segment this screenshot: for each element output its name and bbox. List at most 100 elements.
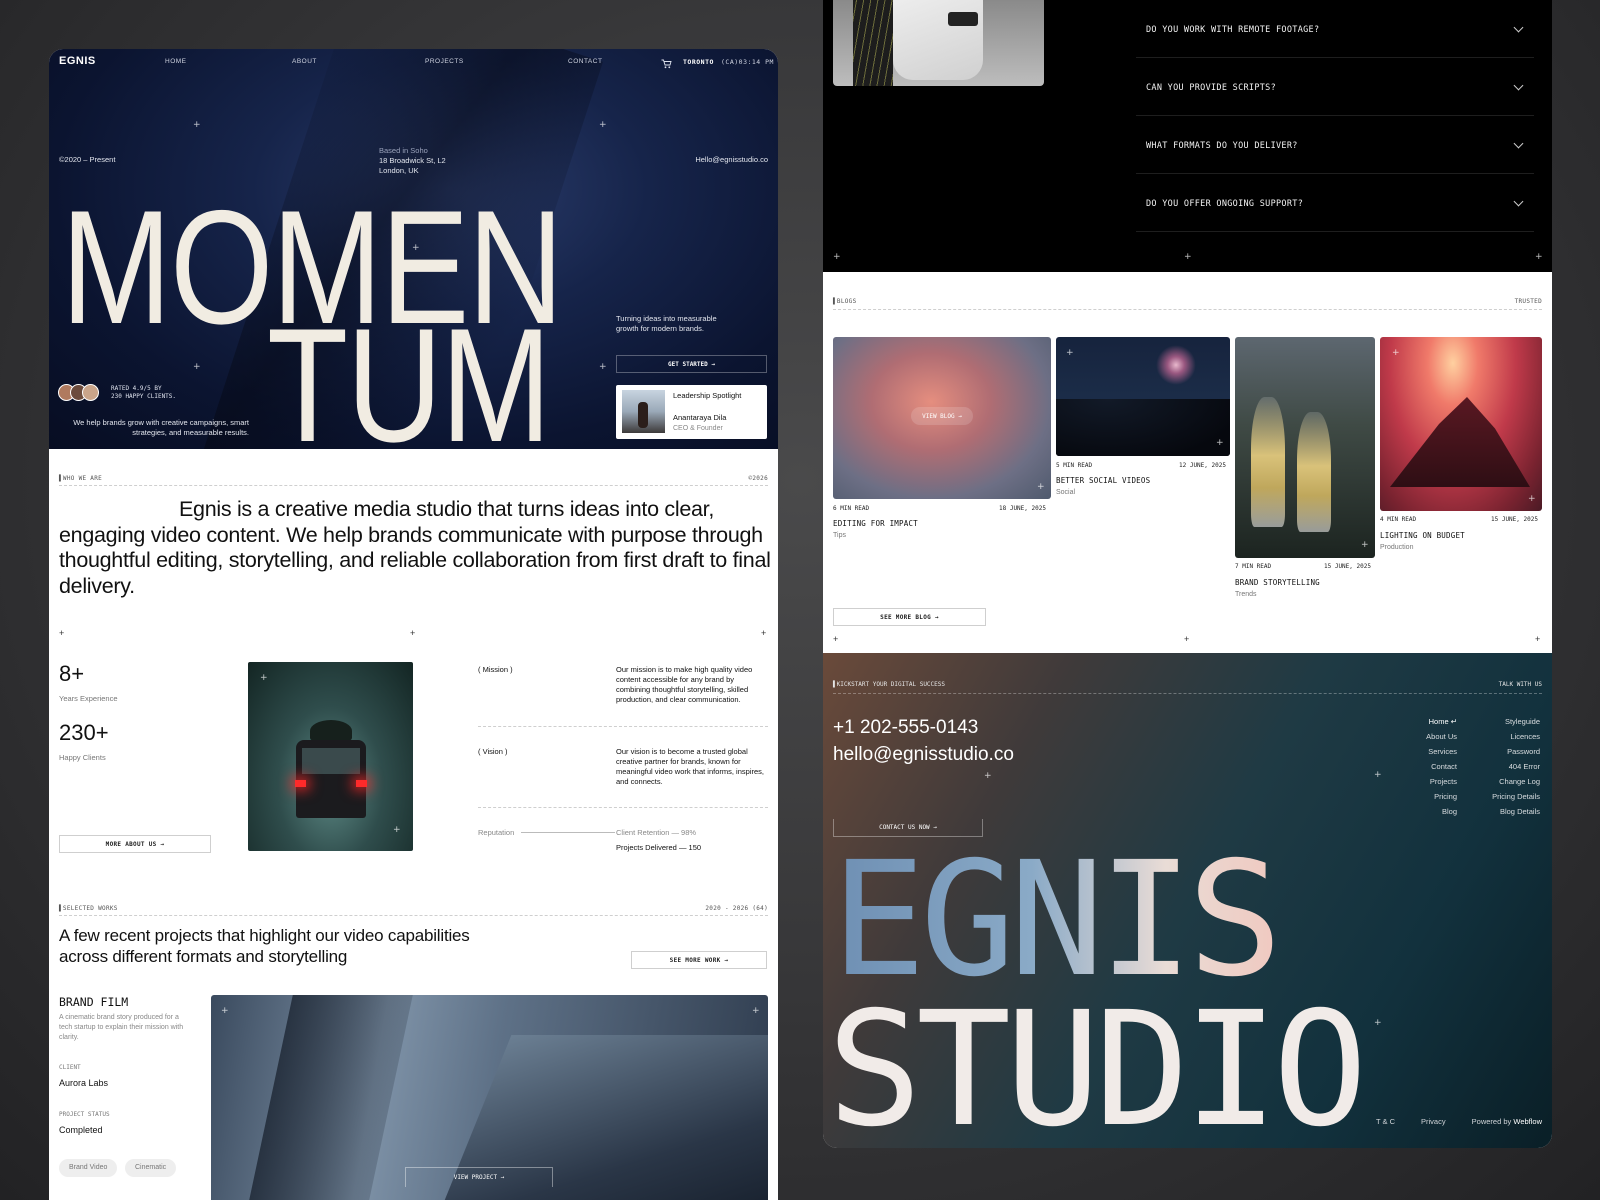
footer-link-password[interactable]: Password (1507, 747, 1540, 756)
blog-image-editing[interactable]: VIEW BLOG → + (833, 337, 1051, 499)
about-year: ©2026 (748, 475, 768, 482)
faq-question[interactable]: CAN YOU PROVIDE SCRIPTS? (1146, 83, 1276, 93)
footer-link-styleguide[interactable]: Styleguide (1505, 717, 1540, 726)
hero-title-line2: TUM (267, 295, 551, 450)
footer-privacy[interactable]: Privacy (1421, 1117, 1446, 1126)
works-heading: A few recent projects that highlight our… (59, 926, 470, 966)
tag-brand-video[interactable]: Brand Video (59, 1159, 118, 1177)
footer-email[interactable]: hello@egnisstudio.co (833, 744, 1014, 766)
footer-link-changelog[interactable]: Change Log (1499, 777, 1540, 786)
chevron-down-icon[interactable] (1513, 138, 1524, 149)
footer-link-services[interactable]: Services (1428, 747, 1457, 756)
stat-years-value: 8+ (59, 661, 85, 686)
faq-question[interactable]: DO YOU WORK WITH REMOTE FOOTAGE? (1146, 25, 1319, 35)
tag-cinematic[interactable]: Cinematic (125, 1159, 177, 1177)
footer-tc[interactable]: T & C (1376, 1117, 1395, 1126)
footer-link-contact[interactable]: Contact (1431, 762, 1457, 771)
footer-link-home[interactable]: Home ↵ (1429, 717, 1457, 726)
works-range: 2020 - 2026 (64) (705, 905, 768, 912)
footer-powered-by: Powered by Webflow (1471, 1117, 1542, 1126)
chevron-down-icon[interactable] (1513, 196, 1524, 207)
talk-with-us[interactable]: TALK WITH US (1499, 681, 1542, 688)
footer-wordmark-line1: EGNIS (831, 828, 1283, 1012)
rating-text: RATED 4.9/5 BY 230 HAPPY CLIENTS. (111, 385, 177, 400)
view-blog-button[interactable]: VIEW BLOG → (911, 407, 973, 425)
retention-text: Client Retention — 98% (616, 828, 697, 837)
cart-icon[interactable] (661, 56, 672, 74)
stat-clients-value: 230+ (59, 720, 109, 745)
webflow-link[interactable]: Webflow (1513, 1117, 1542, 1126)
about-statement: Egnis is a creative media studio that tu… (59, 497, 771, 598)
blog-image-lighting[interactable]: + + (1380, 337, 1542, 511)
blog-read-time: 7 MIN READ (1235, 563, 1272, 570)
section-label-works: ▌SELECTED WORKS (59, 905, 118, 912)
faq-section: DO YOU WORK WITH REMOTE FOOTAGE? CAN YOU… (823, 0, 1552, 272)
blog-title[interactable]: LIGHTING ON BUDGET (1380, 531, 1465, 540)
status-label: PROJECT STATUS (59, 1111, 110, 1118)
project-title: BRAND FILM (59, 995, 129, 1009)
spotlight-name: Anantaraya Dila (673, 413, 727, 422)
blog-read-time: 5 MIN READ (1056, 462, 1093, 469)
blog-image-social[interactable]: + + (1056, 337, 1230, 456)
reputation-bar (521, 832, 615, 833)
nav-contact[interactable]: CONTACT (568, 58, 602, 65)
see-more-work-button[interactable]: SEE MORE WORK → (631, 951, 767, 969)
blog-category: Trends (1235, 591, 1257, 598)
robot-image (833, 0, 1044, 86)
spotlight-card[interactable]: Leadership Spotlight Anantaraya Dila CEO… (616, 385, 767, 439)
mission-text: Our mission is to make high quality vide… (616, 665, 753, 704)
status-value: Completed (59, 1125, 103, 1135)
footer-phone[interactable]: +1 202-555-0143 (833, 717, 978, 739)
vision-label: ( Vision ) (478, 747, 508, 756)
nav-logo[interactable]: EGNIS (59, 55, 96, 67)
blog-date: 18 JUNE, 2025 (999, 505, 1046, 512)
nav-home[interactable]: HOME (165, 58, 187, 65)
stat-years-label: Years Experience (59, 694, 118, 703)
project-image[interactable]: + + VIEW PROJECT → (211, 995, 768, 1200)
client-avatars (58, 384, 104, 402)
nav-city: TORONTO (683, 58, 714, 66)
footer-link-blog[interactable]: Blog (1442, 807, 1457, 816)
delivered-text: Projects Delivered — 150 (616, 843, 702, 852)
chevron-down-icon[interactable] (1513, 22, 1524, 33)
footer-link-about[interactable]: About Us (1426, 732, 1457, 741)
more-about-button[interactable]: MORE ABOUT US → (59, 835, 211, 853)
footer-wordmark-line2: STUDIO (827, 978, 1368, 1148)
blog-date: 15 JUNE, 2025 (1324, 563, 1371, 570)
reputation-label: Reputation (478, 828, 515, 837)
footer-link-blog-details[interactable]: Blog Details (1500, 807, 1540, 816)
nav-about[interactable]: ABOUT (292, 58, 317, 65)
footer-link-projects[interactable]: Projects (1430, 777, 1457, 786)
section-label-blogs: ▌BLOGS (833, 298, 857, 305)
footer-link-404[interactable]: 404 Error (1509, 762, 1540, 771)
blog-title[interactable]: BRAND STORYTELLING (1235, 578, 1320, 587)
section-label-who: ▌WHO WE ARE (59, 475, 103, 482)
footer-link-licences[interactable]: Licences (1510, 732, 1540, 741)
blog-date: 12 JUNE, 2025 (1179, 462, 1226, 469)
footer-section: ▌KICKSTART YOUR DIGITAL SUCCESS TALK WIT… (823, 653, 1552, 1148)
mission-label: ( Mission ) (478, 665, 513, 674)
blog-title[interactable]: EDITING FOR IMPACT (833, 519, 918, 528)
blog-image-storytelling[interactable]: + (1235, 337, 1375, 558)
stat-clients-label: Happy Clients (59, 753, 106, 762)
client-label: CLIENT (59, 1064, 81, 1071)
spotlight-label: Leadership Spotlight (673, 391, 742, 400)
blog-date: 15 JUNE, 2025 (1491, 516, 1538, 523)
spotlight-role: CEO & Founder (673, 425, 723, 432)
faq-question[interactable]: DO YOU OFFER ONGOING SUPPORT? (1146, 199, 1303, 209)
see-more-blog-button[interactable]: SEE MORE BLOG → (833, 608, 986, 626)
footer-link-pricing-details[interactable]: Pricing Details (1492, 792, 1540, 801)
blog-read-time: 6 MIN READ (833, 505, 870, 512)
nav-projects[interactable]: PROJECTS (425, 58, 464, 65)
hero-email[interactable]: Hello@egnisstudio.co (695, 155, 768, 165)
car-image: + + (248, 662, 413, 851)
blog-category: Tips (833, 532, 846, 539)
get-started-button[interactable]: GET STARTED → (616, 355, 767, 373)
hero-tagline: Turning ideas into measurable growth for… (616, 314, 717, 333)
footer-link-pricing[interactable]: Pricing (1434, 792, 1457, 801)
left-page-preview: EGNIS HOME ABOUT PROJECTS CONTACT TORONT… (49, 49, 778, 1200)
view-project-button[interactable]: VIEW PROJECT → (405, 1167, 553, 1187)
faq-question[interactable]: WHAT FORMATS DO YOU DELIVER? (1146, 141, 1298, 151)
blog-title[interactable]: BETTER SOCIAL VIDEOS (1056, 476, 1150, 485)
chevron-down-icon[interactable] (1513, 80, 1524, 91)
